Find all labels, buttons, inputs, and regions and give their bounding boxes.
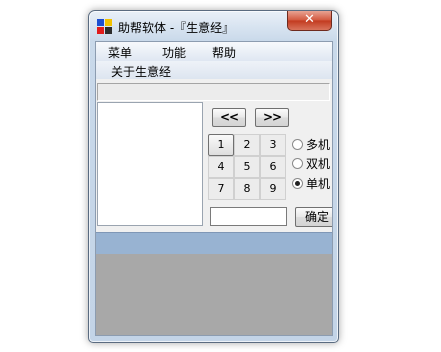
code-input[interactable] bbox=[210, 207, 287, 226]
key-3[interactable]: 3 bbox=[260, 134, 286, 156]
key-5[interactable]: 5 bbox=[234, 156, 260, 178]
key-7[interactable]: 7 bbox=[208, 178, 234, 200]
list-box[interactable] bbox=[97, 102, 203, 226]
status-strip bbox=[97, 83, 330, 101]
key-4[interactable]: 4 bbox=[208, 156, 234, 178]
menu-item-bangzhu[interactable]: 帮助 bbox=[212, 44, 236, 61]
key-6[interactable]: 6 bbox=[260, 156, 286, 178]
close-button[interactable]: ✕ bbox=[287, 11, 332, 31]
menu-item-caidan[interactable]: 菜单 bbox=[108, 44, 132, 61]
next-button[interactable]: >> bbox=[255, 108, 289, 127]
key-2[interactable]: 2 bbox=[234, 134, 260, 156]
radio-button[interactable] bbox=[292, 139, 303, 150]
radio-button[interactable] bbox=[292, 158, 303, 169]
window-title: 助帮软体 -『生意经』 bbox=[118, 21, 235, 35]
menu-bar: 菜单 功能 帮助 bbox=[96, 42, 332, 61]
confirm-button[interactable]: 确定 bbox=[295, 207, 332, 227]
client-area: 菜单 功能 帮助 关于生意经 << >> 1 2 3 4 5 6 7 8 9 多… bbox=[95, 41, 333, 336]
app-window: 助帮软体 -『生意经』 ✕ 菜单 功能 帮助 关于生意经 << >> 1 2 3… bbox=[88, 10, 339, 343]
radio-label: 多机 bbox=[306, 138, 331, 152]
panel-body bbox=[96, 254, 332, 335]
radio-button-checked[interactable] bbox=[292, 178, 303, 189]
number-keypad: 1 2 3 4 5 6 7 8 9 bbox=[208, 134, 286, 200]
submenu-bar: 关于生意经 bbox=[96, 61, 332, 79]
menu-item-about[interactable]: 关于生意经 bbox=[111, 63, 171, 80]
radio-label: 双机 bbox=[306, 157, 331, 171]
panel-header bbox=[96, 232, 332, 255]
radio-label: 单机 bbox=[306, 177, 331, 191]
key-8[interactable]: 8 bbox=[234, 178, 260, 200]
menu-item-gongneng[interactable]: 功能 bbox=[162, 44, 186, 61]
prev-button[interactable]: << bbox=[212, 108, 246, 127]
key-9[interactable]: 9 bbox=[260, 178, 286, 200]
title-bar[interactable]: 助帮软体 -『生意经』 ✕ bbox=[89, 11, 338, 41]
key-1[interactable]: 1 bbox=[208, 134, 234, 156]
app-icon bbox=[97, 19, 113, 35]
